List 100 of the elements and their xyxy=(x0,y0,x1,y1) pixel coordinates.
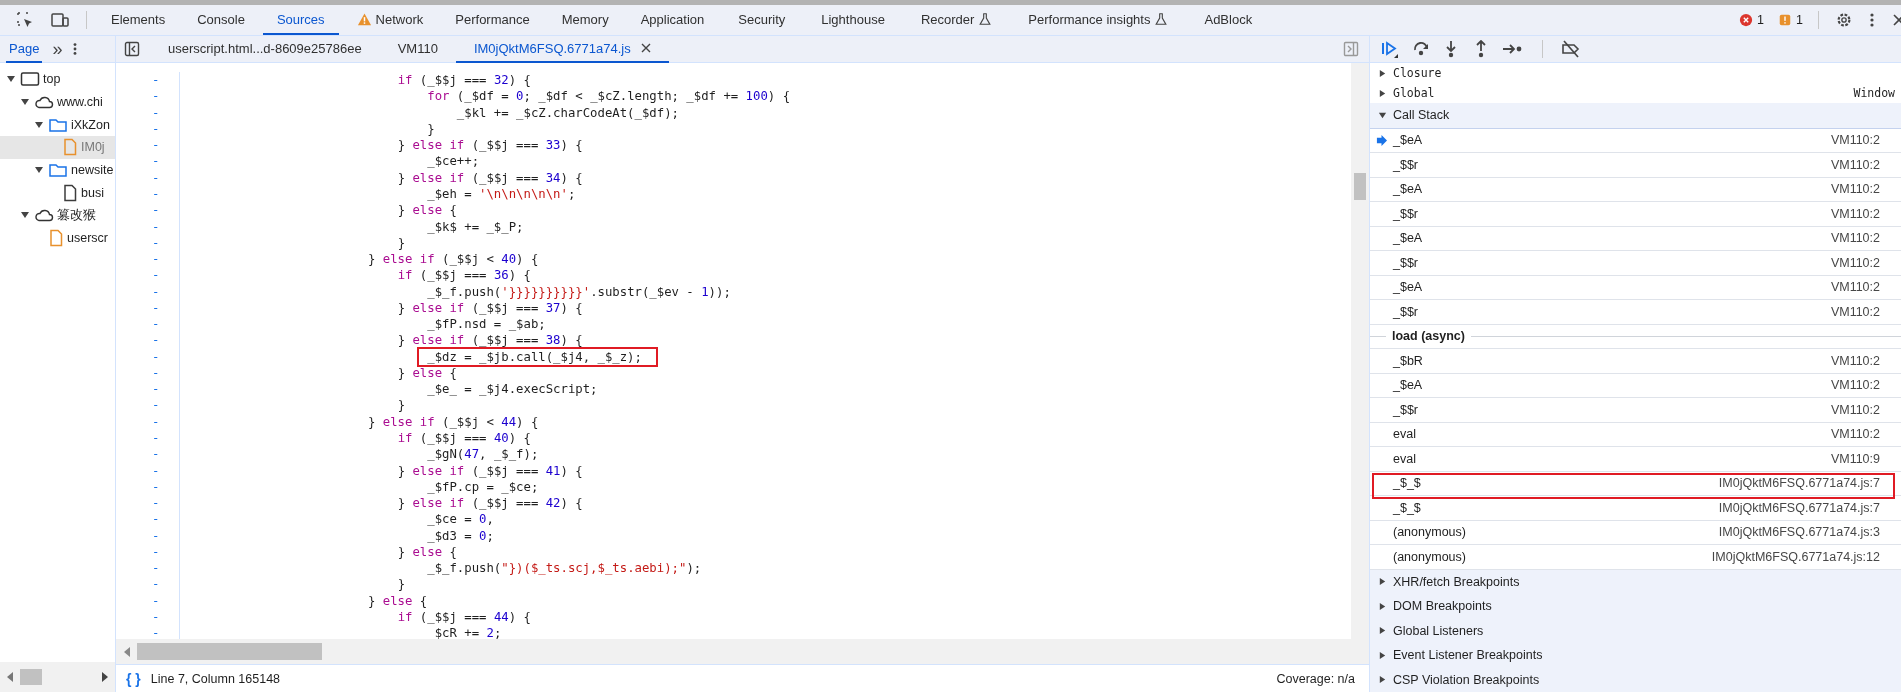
call-frame[interactable]: _$_$ IM0jQktM6FSQ.6771a74.js:7 xyxy=(1370,471,1901,496)
call-frame[interactable]: _$eA VM110:2 xyxy=(1370,226,1901,251)
code-line: } else if (_$$j === 33) { xyxy=(397,138,583,153)
more-icon[interactable] xyxy=(1869,11,1875,29)
inspect-icon[interactable] xyxy=(16,11,34,29)
debugger-toggle-icon[interactable] xyxy=(1343,41,1359,57)
tree-item[interactable]: IM0j xyxy=(0,136,115,159)
resume-icon[interactable] xyxy=(1380,40,1400,58)
code-line: } xyxy=(397,235,406,250)
flask-icon xyxy=(1154,12,1169,26)
code-line: } else { xyxy=(368,593,428,608)
deactivate-breakpoints-icon[interactable] xyxy=(1561,40,1581,58)
warning-count[interactable]: 1 xyxy=(1778,13,1803,27)
code-line: } xyxy=(397,577,406,592)
more-icon[interactable] xyxy=(72,41,79,57)
file-tab[interactable]: IM0jQktM6FSQ.6771a74.js xyxy=(455,35,669,63)
call-frame[interactable]: _$$r VM110:2 xyxy=(1370,153,1901,178)
tree-item[interactable]: 篡改猴 xyxy=(0,204,115,227)
file-tab[interactable]: VM110 xyxy=(379,35,456,63)
code-line: } else if (_$$j === 37) { xyxy=(397,300,583,315)
warning-icon xyxy=(356,11,372,27)
call-frame[interactable]: (anonymous) IM0jQktM6FSQ.6771a74.js:12 xyxy=(1370,545,1901,570)
expand-arrow-icon[interactable] xyxy=(1378,110,1387,120)
scroll-right-icon[interactable] xyxy=(101,672,109,682)
close-icon[interactable] xyxy=(1893,13,1901,27)
tree-item[interactable]: newsite xyxy=(0,158,115,182)
scrollbar-thumb[interactable] xyxy=(137,643,322,660)
panel-tab[interactable]: Memory xyxy=(547,5,623,35)
call-frame[interactable]: _$bR VM110:2 xyxy=(1370,349,1901,374)
code-line: if (_$$j === 36) { xyxy=(397,268,531,283)
call-frame[interactable]: _$eA VM110:2 xyxy=(1370,373,1901,398)
panel-tab[interactable]: Performance xyxy=(441,5,544,35)
call-frame[interactable]: _$eA VM110:2 xyxy=(1370,128,1901,153)
expand-arrow-icon[interactable] xyxy=(1378,577,1387,587)
code-line: } else if (_$$j < 40) { xyxy=(368,252,539,267)
cursor-position: Line 7, Column 165148 xyxy=(150,671,281,686)
panel-tab[interactable]: Elements xyxy=(97,5,180,35)
scroll-left-icon[interactable] xyxy=(6,672,14,682)
expand-arrow-icon[interactable] xyxy=(1378,626,1387,636)
panel-tab[interactable]: Lighthouse xyxy=(805,5,901,35)
call-frame[interactable]: eval VM110:9 xyxy=(1370,447,1901,472)
code-line: if (_$$j === 44) { xyxy=(397,609,531,624)
call-frame[interactable]: _$eA VM110:2 xyxy=(1370,177,1901,202)
call-frame[interactable]: _$$r VM110:2 xyxy=(1370,202,1901,227)
code-line: _$gN(47, _$_f); xyxy=(427,447,539,462)
section-header[interactable]: DOM Breakpoints xyxy=(1370,594,1901,619)
step-over-icon[interactable] xyxy=(1412,40,1430,58)
scope-item[interactable]: Global Window xyxy=(1370,83,1901,103)
code-line: } else if (_$$j === 34) { xyxy=(397,170,583,185)
call-stack-header[interactable]: Call Stack xyxy=(1370,103,1901,129)
tree-item[interactable]: busi xyxy=(0,181,115,205)
scrollbar-thumb[interactable] xyxy=(20,669,42,685)
tree-item[interactable]: iXkZon xyxy=(0,113,115,137)
call-frame[interactable]: (anonymous) IM0jQktM6FSQ.6771a74.js:3 xyxy=(1370,520,1901,545)
error-icon xyxy=(1739,13,1754,27)
device-icon[interactable] xyxy=(50,11,70,29)
code-line: _$d3 = 0; xyxy=(427,528,494,543)
call-frame[interactable]: _$$r VM110:2 xyxy=(1370,300,1901,325)
expand-arrow-icon[interactable] xyxy=(1378,675,1387,685)
panel-tab[interactable]: Network xyxy=(342,5,438,35)
warning-icon xyxy=(1778,13,1793,27)
section-header[interactable]: Event Listener Breakpoints xyxy=(1370,643,1901,668)
expand-arrow-icon[interactable] xyxy=(1378,601,1387,611)
call-frame[interactable]: _$eA VM110:2 xyxy=(1370,275,1901,300)
file-tab[interactable]: userscript.html...d-8609e25786ee xyxy=(150,35,380,63)
tree-item[interactable]: userscr xyxy=(0,226,115,250)
section-header[interactable]: XHR/fetch Breakpoints xyxy=(1370,569,1901,594)
panel-tab[interactable]: Recorder xyxy=(904,5,1009,35)
expand-arrow-icon[interactable] xyxy=(1378,650,1387,660)
more-tabs-button[interactable]: » xyxy=(52,40,63,58)
cloud-icon xyxy=(34,207,54,224)
call-frame[interactable]: _$_$ IM0jQktM6FSQ.6771a74.js:7 xyxy=(1370,496,1901,521)
panel-tab[interactable]: Application xyxy=(626,5,719,35)
page-tab[interactable]: Page xyxy=(6,35,43,63)
expand-arrow-icon[interactable] xyxy=(34,119,45,130)
sidebar-toggle-icon[interactable] xyxy=(124,41,140,57)
close-icon[interactable] xyxy=(640,43,651,53)
expand-arrow-icon[interactable] xyxy=(1378,88,1387,98)
code-line: _$eh = '\n\n\n\n\n'; xyxy=(427,187,576,201)
code-line: } else { xyxy=(397,365,457,380)
settings-icon[interactable] xyxy=(1835,11,1853,29)
panel-tab[interactable]: Console xyxy=(183,5,259,35)
error-count[interactable]: 1 xyxy=(1739,13,1765,27)
section-header[interactable]: CSP Violation Breakpoints xyxy=(1370,667,1901,692)
panel-tab[interactable]: AdBlock xyxy=(1188,5,1269,35)
panel-tab[interactable]: Security xyxy=(722,5,802,35)
code-line: if (_$$j === 32) { xyxy=(397,73,531,88)
tree-item[interactable]: www.chi xyxy=(0,90,115,114)
call-frame[interactable]: _$$r VM110:2 xyxy=(1370,398,1901,423)
expand-arrow-icon[interactable] xyxy=(1378,68,1387,78)
call-frame[interactable]: eval VM110:2 xyxy=(1370,422,1901,447)
code-line: _$k$ += _$_P; xyxy=(427,219,524,234)
scope-item[interactable]: Closure xyxy=(1370,63,1901,83)
scrollbar-thumb[interactable] xyxy=(1354,173,1366,200)
panel-tab[interactable]: Performance insights xyxy=(1012,5,1185,35)
scroll-left-icon[interactable] xyxy=(123,646,131,657)
section-header[interactable]: Global Listeners xyxy=(1370,618,1901,643)
tree-item[interactable]: top xyxy=(0,68,115,91)
pretty-print-button[interactable]: { } xyxy=(126,670,141,687)
call-frame[interactable]: _$$r VM110:2 xyxy=(1370,251,1901,276)
